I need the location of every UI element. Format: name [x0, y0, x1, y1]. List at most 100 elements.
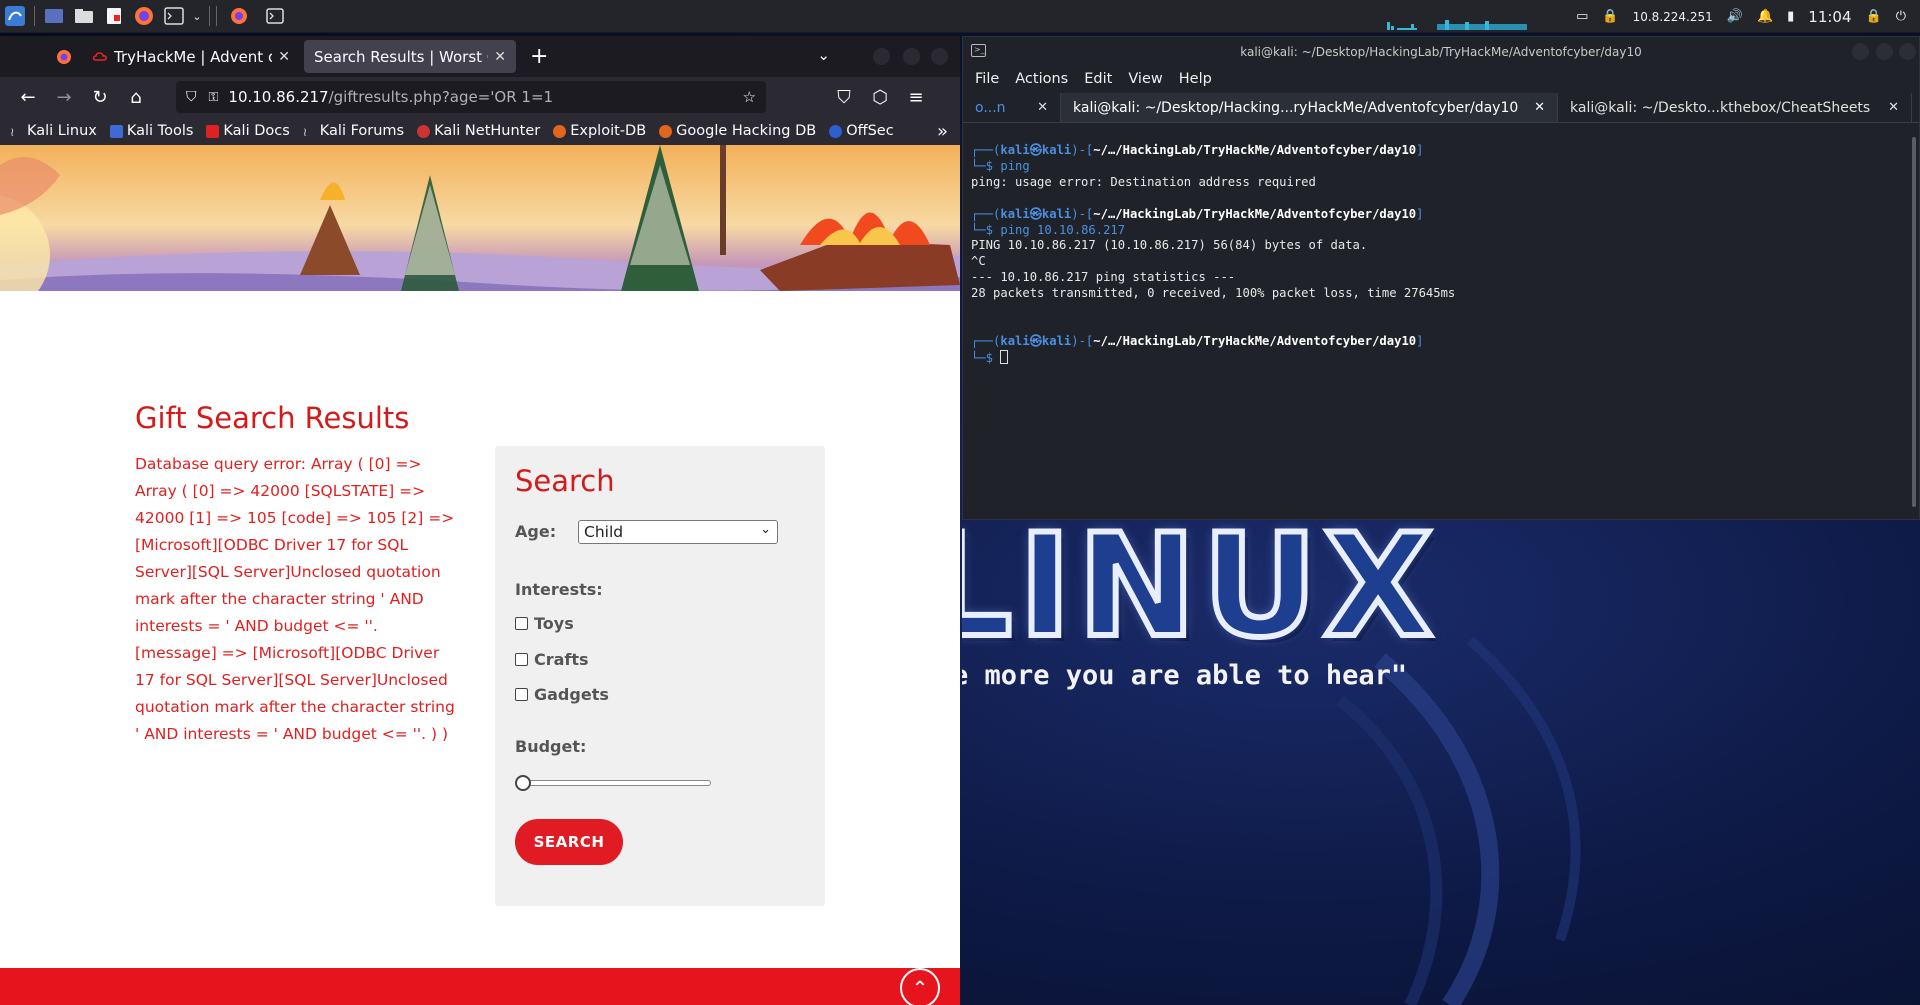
battery-icon[interactable]: ▮ [1787, 9, 1794, 24]
show-desktop-icon[interactable] [39, 0, 69, 33]
bookmark-exploit-db[interactable]: Exploit-DB [553, 123, 646, 139]
firefox-tab-bar: TryHackMe | Advent of Cy ✕ Search Result… [0, 36, 960, 77]
close-window-button[interactable] [1899, 43, 1916, 60]
wallpaper-quote: e more you are able to hear" [962, 660, 1408, 691]
pocket-icon[interactable]: ⛉ [826, 81, 862, 113]
bookmark-label: OffSec [846, 123, 894, 139]
terminal-titlebar: >_ kali@kali: ~/Desktop/HackingLab/TryHa… [963, 37, 1919, 67]
terminal-scrollbar[interactable] [1912, 137, 1916, 507]
interests-label: Interests: [515, 580, 603, 599]
page-info-icon[interactable]: ⚿ [209, 90, 219, 105]
close-tab-icon[interactable]: ✕ [1037, 100, 1048, 115]
kali-docs-icon [206, 124, 220, 138]
terminal-launcher-icon[interactable] [159, 0, 189, 33]
maximize-button[interactable] [903, 48, 920, 65]
menu-file[interactable]: File [975, 71, 999, 87]
terminal-tab-3[interactable]: kali@kali: ~/Deskto...kthebox/CheatSheet… [1558, 93, 1912, 122]
menu-help[interactable]: Help [1179, 71, 1212, 87]
firefox-nav-bar: ← → ↻ ⌂ ⛉ ⚿ 10.10.86.217/giftresults.php… [0, 77, 960, 117]
forward-arrow-icon[interactable]: → [46, 81, 82, 113]
exploit-db-icon [553, 124, 567, 138]
bookmark-kali-linux[interactable]: ≀ Kali Linux [10, 123, 97, 139]
bookmark-star-icon[interactable]: ☆ [743, 88, 756, 106]
terminal-tab-label: kali@kali: ~/Desktop/Hacking...ryHackMe/… [1073, 99, 1519, 116]
bookmark-kali-tools[interactable]: Kali Tools [109, 123, 193, 139]
search-title: Search [515, 464, 615, 498]
reload-icon[interactable]: ↻ [82, 81, 118, 113]
bookmark-label: Kali NetHunter [434, 123, 541, 139]
interest-toys[interactable]: Toys [515, 614, 574, 633]
bookmark-kali-nethunter[interactable]: Kali NetHunter [417, 123, 540, 139]
vpn-lock-icon[interactable]: 🔒 [1602, 9, 1618, 24]
database-error-message: Database query error: Array ( [0] => Arr… [135, 455, 455, 743]
terminal-tab-1[interactable]: o...n ✕ [963, 93, 1061, 122]
bookmark-google-hacking-db[interactable]: Google Hacking DB [659, 123, 816, 139]
interest-gadgets[interactable]: Gadgets [515, 685, 609, 704]
taskbar-terminal-icon[interactable] [257, 0, 293, 33]
bookmark-offsec[interactable]: OffSec [829, 123, 894, 139]
menu-actions[interactable]: Actions [1015, 71, 1068, 87]
close-tab-icon[interactable]: ✕ [278, 49, 290, 65]
terminal-tab-label: kali@kali: ~/Deskto...kthebox/CheatSheet… [1570, 99, 1871, 116]
url-bar[interactable]: ⛉ ⚿ 10.10.86.217/giftresults.php?age='OR… [176, 81, 766, 113]
firefox-view-icon[interactable] [0, 49, 82, 65]
menu-view[interactable]: View [1128, 71, 1162, 87]
interest-crafts[interactable]: Crafts [515, 650, 589, 669]
terminal-output[interactable]: ┌──(kali㉿kali)-[~/…/HackingLab/TryHackMe… [963, 135, 1913, 515]
close-tab-icon[interactable]: ✕ [1888, 100, 1899, 115]
list-all-tabs-chevron-icon[interactable]: ⌄ [817, 46, 830, 64]
tab-search-results[interactable]: Search Results | Worst Grum ✕ [304, 40, 516, 73]
output-line: 28 packets transmitted, 0 received, 100%… [971, 286, 1456, 301]
minimize-button[interactable] [1852, 43, 1869, 60]
close-tab-icon[interactable]: ✕ [1534, 100, 1545, 115]
extensions-icon[interactable]: ⬡ [862, 81, 898, 113]
back-arrow-icon[interactable]: ← [10, 81, 46, 113]
output-line: --- 10.10.86.217 ping statistics --- [971, 270, 1236, 285]
notifications-icon[interactable]: 🔔 [1757, 9, 1773, 24]
terminal-tab-2[interactable]: kali@kali: ~/Desktop/Hacking...ryHackMe/… [1061, 93, 1558, 122]
file-manager-icon[interactable] [69, 0, 99, 33]
toys-checkbox[interactable] [515, 617, 528, 630]
terminal-cursor [1000, 349, 1009, 364]
bookmarks-toolbar: ≀ Kali Linux Kali Tools Kali Docs ≀ Kali F… [0, 117, 960, 145]
budget-slider-thumb[interactable] [515, 775, 531, 791]
maximize-button[interactable] [1876, 43, 1893, 60]
ghdb-icon [659, 124, 673, 138]
search-button[interactable]: SEARCH [515, 819, 623, 865]
lock-screen-icon[interactable]: 🔒 [1866, 9, 1882, 24]
output-line: PING 10.10.86.217 (10.10.86.217) 56(84) … [971, 238, 1368, 253]
budget-slider[interactable] [515, 775, 711, 791]
close-window-button[interactable] [931, 48, 948, 65]
crafts-checkbox[interactable] [515, 653, 528, 666]
clock[interactable]: 11:04 [1808, 8, 1851, 26]
bookmark-label: Kali Linux [27, 123, 97, 139]
more-bookmarks-chevron-icon[interactable]: » [937, 121, 948, 142]
bookmark-kali-docs[interactable]: Kali Docs [206, 123, 290, 139]
home-icon[interactable]: ⌂ [118, 81, 154, 113]
gadgets-checkbox[interactable] [515, 688, 528, 701]
display-icon[interactable]: ▭ [1576, 9, 1588, 24]
tab-tryhackme[interactable]: TryHackMe | Advent of Cy ✕ [82, 40, 300, 73]
output-line: ping: usage error: Destination address r… [971, 174, 1316, 189]
bookmark-label: Kali Forums [319, 123, 405, 139]
url-path: /giftresults.php?age='OR 1=1 [328, 88, 554, 106]
volume-icon[interactable]: 🔊 [1727, 9, 1743, 24]
kali-menu-icon[interactable] [0, 0, 30, 33]
scroll-to-top-chevron-up-icon[interactable]: ⌃ [900, 968, 940, 1005]
age-select[interactable]: Child ⌄ [578, 520, 778, 544]
taskbar-firefox-icon[interactable] [221, 0, 257, 33]
minimize-button[interactable] [873, 48, 890, 65]
shield-icon[interactable]: ⛉ [186, 89, 197, 105]
new-tab-icon[interactable]: + [530, 44, 548, 69]
text-editor-icon[interactable] [99, 0, 129, 33]
firefox-launcher-icon[interactable] [129, 0, 159, 33]
tab-title: Search Results | Worst Grum [314, 47, 488, 66]
prompt-path: ~/…/HackingLab/TryHackMe/Adventofcyber/d… [1093, 206, 1417, 221]
power-icon[interactable]: ⏻ [1896, 9, 1906, 24]
close-tab-icon[interactable]: ✕ [494, 49, 506, 65]
menu-edit[interactable]: Edit [1084, 71, 1112, 87]
launcher-chevron-icon[interactable]: ⌄ [189, 0, 205, 33]
output-line: ^C [971, 254, 986, 269]
menu-hamburger-icon[interactable]: ≡ [898, 81, 934, 113]
bookmark-kali-forums[interactable]: ≀ Kali Forums [303, 123, 404, 139]
